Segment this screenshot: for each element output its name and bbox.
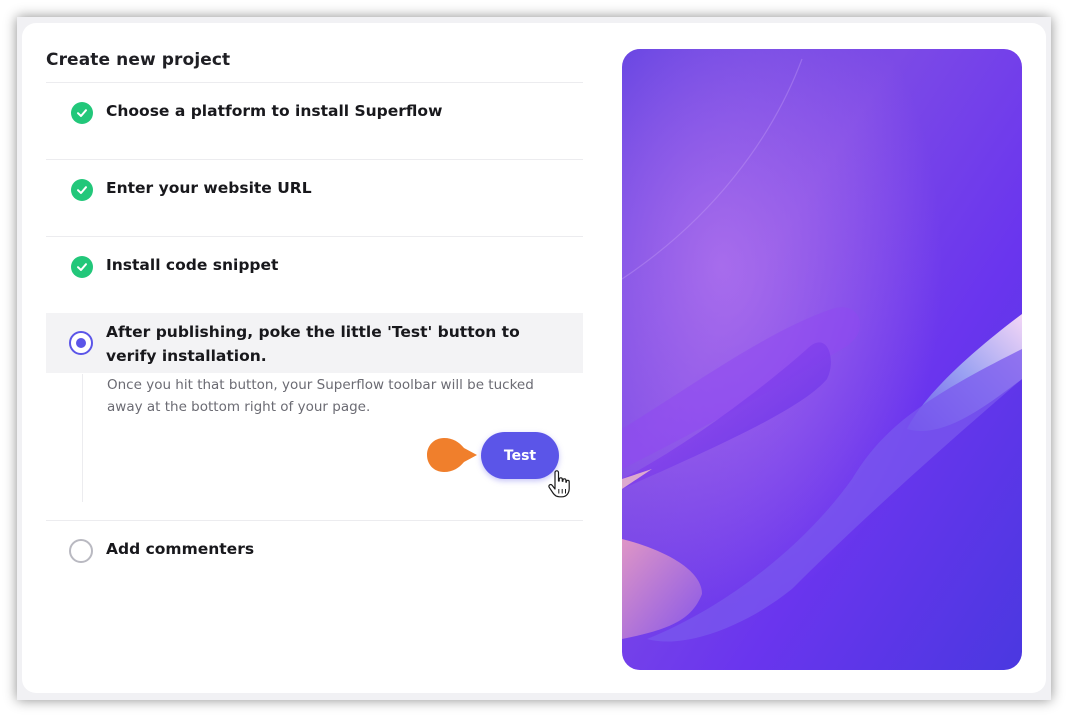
step-verify-label: After publishing, poke the little 'Test'… xyxy=(106,323,520,365)
radio-selected-icon xyxy=(69,331,93,355)
step-choose-platform[interactable]: Choose a platform to install Superflow xyxy=(106,102,442,120)
step-connector-line xyxy=(82,374,83,502)
divider xyxy=(46,159,583,160)
check-circle-icon xyxy=(71,102,93,124)
page-title: Create new project xyxy=(46,50,231,70)
hand-pointer-icon xyxy=(548,470,570,498)
check-circle-icon xyxy=(71,256,93,278)
check-circle-icon xyxy=(71,179,93,201)
divider xyxy=(46,82,583,83)
hero-illustration xyxy=(622,49,1022,670)
radio-empty-icon xyxy=(69,539,93,563)
step-enter-url[interactable]: Enter your website URL xyxy=(106,179,312,197)
divider xyxy=(46,520,583,521)
step-description: Once you hit that button, your Superflow… xyxy=(107,377,534,415)
step-install-snippet[interactable]: Install code snippet xyxy=(106,256,278,274)
pointer-callout-icon xyxy=(427,438,477,472)
step-add-commenters[interactable]: Add commenters xyxy=(106,540,254,558)
divider xyxy=(46,236,583,237)
